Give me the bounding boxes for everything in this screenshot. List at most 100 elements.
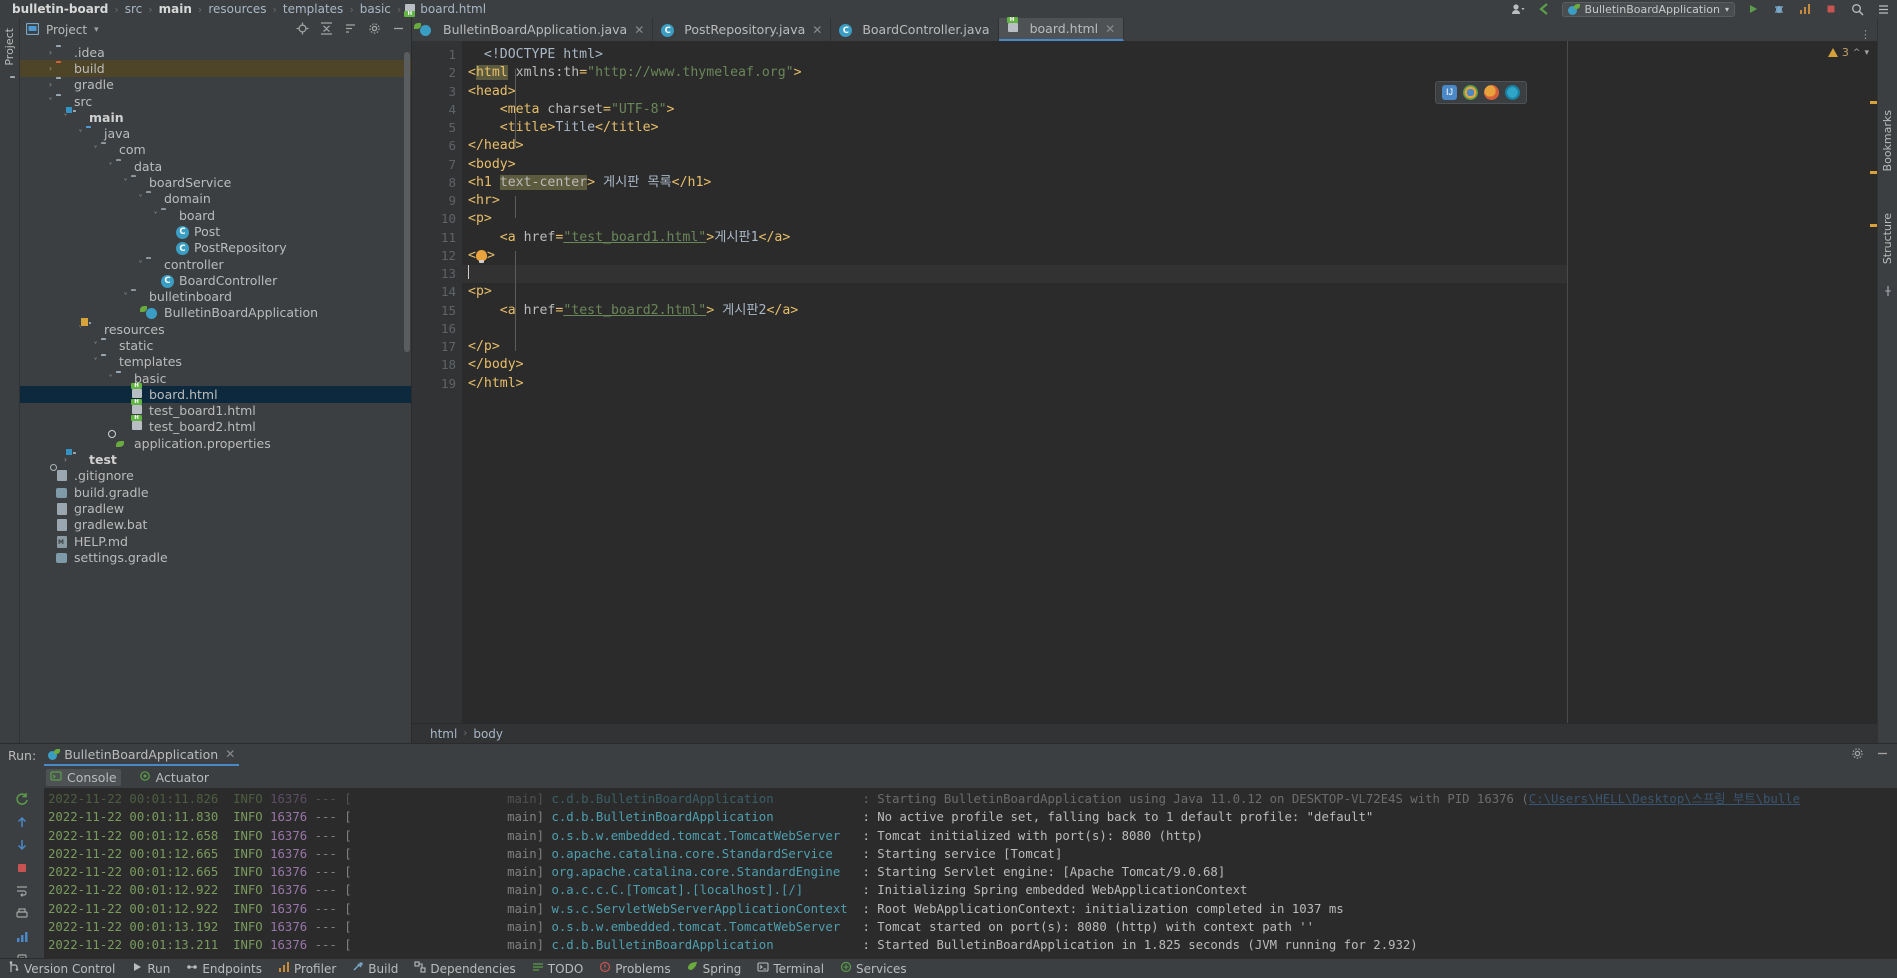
tree-item-gradlew[interactable]: gradlew	[20, 500, 411, 516]
tree-expand-arrow-icon[interactable]: ›	[45, 64, 56, 73]
close-icon[interactable]: ✕	[812, 23, 822, 37]
pin-icon[interactable]	[1882, 285, 1894, 300]
status-bar-item-dependencies[interactable]: Dependencies	[414, 961, 516, 976]
code-line[interactable]	[462, 265, 1567, 284]
code-line[interactable]: <p>	[462, 210, 1567, 228]
inspection-status-badge[interactable]: 3 ^ ▾	[1827, 46, 1869, 59]
settings-icon[interactable]	[1851, 747, 1864, 764]
tree-expand-arrow-icon[interactable]: ˅	[105, 162, 116, 171]
breadcrumb-item-project[interactable]: bulletin-board	[6, 2, 114, 16]
code-line[interactable]: </p>	[462, 338, 1567, 356]
tree-item-test-board2-html[interactable]: Htest_board2.html	[20, 415, 411, 435]
tree-expand-arrow-icon[interactable]: ˅	[45, 97, 56, 106]
code-line[interactable]: <p>	[462, 283, 1567, 301]
stop-icon[interactable]	[1823, 2, 1839, 16]
run-configuration-selector[interactable]: BulletinBoardApplication ▾	[1562, 1, 1735, 17]
scroll-up-icon[interactable]	[14, 815, 30, 829]
tree-item-bulletinboard[interactable]: ˅ bulletinboard	[20, 288, 411, 304]
minimize-icon[interactable]	[1876, 747, 1889, 764]
tree-item-java[interactable]: ˅ java	[20, 125, 411, 141]
tree-expand-arrow-icon[interactable]: ˅	[75, 129, 86, 138]
tree-expand-arrow-icon[interactable]: ˅	[135, 194, 146, 203]
tree-item-data[interactable]: ˅ data	[20, 158, 411, 174]
tree-expand-arrow-icon[interactable]: ˅	[105, 374, 116, 383]
firefox-browser-icon[interactable]	[1484, 85, 1499, 100]
tree-item-board-html[interactable]: Hboard.html	[20, 382, 411, 403]
status-bar-item-build[interactable]: Build	[352, 961, 398, 976]
code-line[interactable]: </body>	[462, 356, 1567, 374]
run-panel-config-tab[interactable]: BulletinBoardApplication ✕	[44, 744, 240, 766]
tree-item-test-board1-html[interactable]: Htest_board1.html	[20, 399, 411, 419]
tree-item-postrepository[interactable]: C PostRepository	[20, 240, 411, 256]
tree-item--gitignore[interactable]: .gitignore	[20, 464, 411, 484]
tree-item-resources[interactable]: ˅ resources	[20, 321, 411, 337]
run-icon[interactable]	[1745, 2, 1761, 16]
chart-icon[interactable]	[14, 930, 30, 944]
tree-item-boardcontroller[interactable]: C BoardController	[20, 272, 411, 288]
breadcrumb-item-basic[interactable]: basic	[354, 2, 397, 16]
code-line[interactable]: <a href="test_board2.html"> 게시판2</a>	[462, 302, 1567, 320]
scroll-down-icon[interactable]	[14, 838, 30, 852]
profiler-icon[interactable]	[1797, 2, 1813, 16]
code-line[interactable]: <hr>	[462, 192, 1567, 210]
tree-item-domain[interactable]: ˅ domain	[20, 191, 411, 207]
minimize-icon[interactable]	[392, 22, 405, 38]
back-arrow-icon[interactable]	[1536, 2, 1552, 16]
tree-expand-arrow-icon[interactable]: ˅	[120, 178, 131, 187]
tree-item-templates[interactable]: ˅ templates	[20, 354, 411, 370]
chevron-down-icon[interactable]: ▾	[1864, 48, 1869, 58]
code-line[interactable]: <body>	[462, 156, 1567, 174]
code-line[interactable]: <head>	[462, 83, 1567, 101]
chevron-up-icon[interactable]: ^	[1853, 48, 1861, 58]
tree-item-gradlew-bat[interactable]: gradlew.bat	[20, 517, 411, 533]
code-editor[interactable]: IJ <!DOCTYPE html> <html xmlns:th="http:/…	[462, 41, 1567, 723]
more-tabs-icon[interactable]: ⋮	[1860, 28, 1871, 41]
tree-expand-arrow-icon[interactable]: ˅	[90, 341, 101, 350]
editor-tab-boardcontroller-java[interactable]: C BoardController.java	[831, 18, 999, 41]
close-icon[interactable]: ✕	[1105, 22, 1115, 36]
status-bar-item-todo[interactable]: TODO	[532, 961, 583, 976]
tree-item-src[interactable]: ˅ src	[20, 93, 411, 109]
debug-icon[interactable]	[1771, 2, 1787, 16]
code-line[interactable]: <a href="test_board1.html">게시판1</a>	[462, 229, 1567, 247]
soft-wrap-icon[interactable]	[14, 884, 30, 898]
breadcrumb-item-main[interactable]: main	[153, 2, 198, 16]
tree-item-controller[interactable]: ˅ controller	[20, 256, 411, 272]
tree-item-build[interactable]: › build	[20, 60, 411, 77]
intellij-browser-icon[interactable]: IJ	[1442, 85, 1457, 100]
code-line[interactable]: <h1 text-center> 게시판 목록</h1>	[462, 174, 1567, 192]
editor-breadcrumb-html[interactable]: html	[430, 727, 457, 741]
editor-tab-bulletinboardapplication-java[interactable]: BulletinBoardApplication.java ✕	[412, 18, 654, 41]
tree-expand-arrow-icon[interactable]: ›	[45, 80, 56, 89]
breadcrumb-item-file[interactable]: board.html	[420, 2, 492, 16]
stop-icon[interactable]	[14, 861, 30, 875]
tree-expand-arrow-icon[interactable]: ˅	[90, 357, 101, 366]
code-line[interactable]: <!DOCTYPE html>	[462, 46, 1567, 64]
hamburger-menu-icon[interactable]	[1875, 2, 1891, 16]
tool-window-button-bookmarks[interactable]: Bookmarks	[1879, 104, 1896, 177]
tree-item-post[interactable]: C Post	[20, 223, 411, 239]
breadcrumb-item-templates[interactable]: templates	[277, 2, 349, 16]
tree-item-static[interactable]: ˅ static	[20, 337, 411, 353]
tree-expand-arrow-icon[interactable]: ›	[60, 455, 71, 464]
tree-item-board[interactable]: ˅ board	[20, 207, 411, 223]
tree-item-main[interactable]: ˅ main	[20, 109, 411, 125]
tree-expand-arrow-icon[interactable]: ˅	[120, 292, 131, 301]
tree-item--idea[interactable]: › .idea	[20, 44, 411, 60]
console-output[interactable]: 2022-11-22 00:01:11.826 INFO 16376 --- […	[44, 788, 1897, 958]
breadcrumb-item-src[interactable]: src	[119, 2, 149, 16]
search-icon[interactable]	[1849, 2, 1865, 16]
code-line[interactable]	[462, 320, 1567, 338]
project-tree[interactable]: › .idea › build › gradle ˅ src ˅ main ˅ java ˅ com ˅ da…	[20, 42, 411, 743]
breadcrumb-item-resources[interactable]: resources	[202, 2, 272, 16]
browser-preview-toolbar[interactable]: IJ	[1435, 81, 1527, 104]
print-icon[interactable]	[14, 907, 30, 921]
tree-expand-arrow-icon[interactable]: ˅	[60, 113, 71, 122]
edge-browser-icon[interactable]	[1505, 85, 1520, 100]
tool-window-button-project[interactable]: Project	[1, 22, 18, 72]
status-bar-item-endpoints[interactable]: Endpoints	[186, 961, 262, 976]
chrome-browser-icon[interactable]	[1463, 85, 1478, 100]
status-bar-item-run[interactable]: Run	[131, 961, 170, 976]
tree-item-basic[interactable]: ˅ basic	[20, 370, 411, 386]
editor-breadcrumb-body[interactable]: body	[473, 727, 503, 741]
